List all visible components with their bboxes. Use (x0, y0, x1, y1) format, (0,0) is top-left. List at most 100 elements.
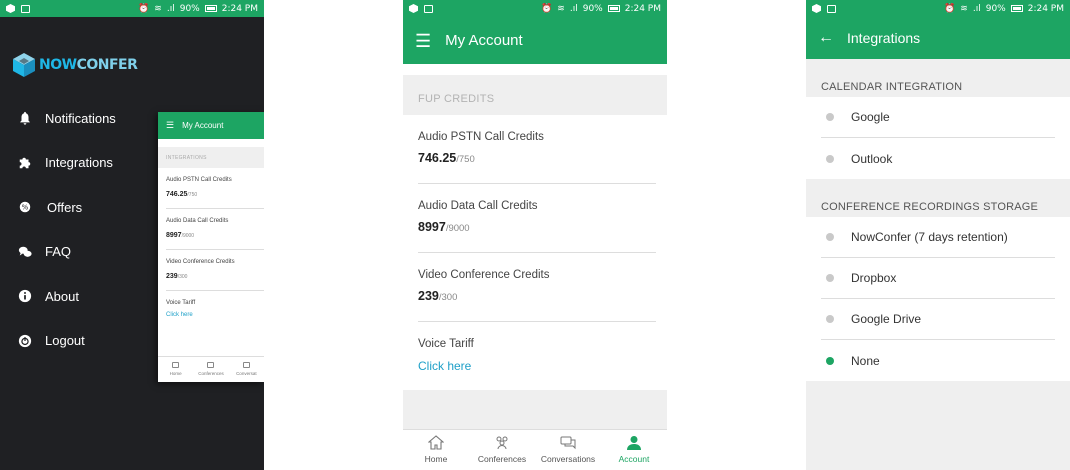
empty-area (403, 390, 667, 429)
credit-title: Audio PSTN Call Credits (418, 131, 544, 143)
preview-credit-title: Audio Data Call Credits (166, 218, 229, 224)
preview-credit-total: /750 (187, 192, 198, 198)
preview-credit-item: Audio Data Call Credits 8997/9000 (166, 209, 264, 250)
wifi-icon: ≋ (557, 3, 565, 14)
preview-credit-title: Video Conference Credits (166, 259, 235, 265)
preview-app-bar: ☰ My Account (158, 112, 264, 139)
signal-icon: .ıl (569, 3, 578, 14)
tab-label: Conversations (540, 454, 596, 464)
credit-total: /300 (438, 292, 458, 303)
option-none[interactable]: None (821, 340, 1055, 381)
battery-icon (1010, 5, 1023, 12)
logo-text-now: NOW (39, 57, 77, 73)
status-bar: ⏰ ≋ .ıl 90% 2:24 PM (806, 0, 1070, 17)
preview-tab-conferences[interactable]: Conferences (193, 357, 228, 382)
person-icon (627, 436, 641, 450)
credit-value: 239 (418, 289, 439, 303)
preview-credit-item: Video Conference Credits 239/300 (166, 250, 264, 291)
credit-total: /750 (456, 154, 475, 165)
drawer-screen: ⏰ ≋ .ıl 90% 2:24 PM NOWCONFER Notificati… (0, 0, 264, 470)
radio-dot-icon (826, 274, 834, 282)
battery-icon (204, 5, 217, 12)
home-icon (172, 362, 180, 368)
menu-icon[interactable]: ☰ (415, 32, 431, 50)
credit-item-video: Video Conference Credits 239/300 (418, 253, 656, 322)
option-nowconfer[interactable]: NowConfer (7 days retention) (821, 217, 1055, 258)
section-header: FUP CREDITS (403, 75, 667, 115)
group-icon (207, 362, 215, 368)
app-bar: ☰ My Account (403, 17, 667, 64)
page-title: My Account (445, 32, 523, 49)
drawer-item-label: About (45, 288, 79, 304)
tab-account[interactable]: Account (601, 430, 667, 470)
logo-text-confer: CONFER (76, 57, 138, 73)
drawer-item-label: Integrations (45, 155, 113, 171)
clock: 2:24 PM (1027, 3, 1064, 14)
account-screen-preview[interactable]: ☰ My Account INTEGRATIONS Audio PSTN Cal… (158, 112, 264, 382)
option-google-drive[interactable]: Google Drive (821, 299, 1055, 340)
credit-total: /9000 (445, 223, 470, 234)
alarm-icon: ⏰ (541, 3, 553, 14)
image-notification-icon (21, 4, 30, 13)
clock: 2:24 PM (221, 3, 258, 14)
radio-dot-icon (826, 113, 834, 121)
signal-icon: .ıl (166, 3, 175, 14)
battery-icon (607, 5, 620, 12)
alarm-icon: ⏰ (138, 3, 150, 14)
tab-home[interactable]: Home (403, 430, 469, 470)
bell-icon (17, 110, 33, 126)
option-outlook[interactable]: Outlook (821, 138, 1055, 179)
home-icon (428, 435, 444, 450)
app-notification-icon (409, 4, 418, 13)
storage-options: NowConfer (7 days retention) Dropbox Goo… (806, 217, 1070, 381)
tariff-link[interactable]: Click here (418, 359, 656, 373)
power-icon (17, 333, 33, 349)
credit-value: 8997 (418, 220, 446, 234)
preview-credit-title: Audio PSTN Call Credits (166, 177, 232, 183)
option-google[interactable]: Google (821, 97, 1055, 138)
chat-bubbles-icon (17, 244, 33, 260)
preview-credit-value: 8997 (166, 232, 182, 239)
tab-conferences[interactable]: Conferences (469, 430, 535, 470)
puzzle-icon (17, 155, 33, 171)
app-notification-icon (6, 4, 15, 13)
option-dropbox[interactable]: Dropbox (821, 258, 1055, 299)
svg-text:%: % (22, 204, 29, 212)
battery-percent: 90% (179, 3, 200, 14)
back-arrow-icon[interactable]: ← (818, 29, 834, 47)
preview-credit-value: 746.25 (166, 191, 188, 198)
cube-logo-icon (12, 52, 36, 78)
preview-tab-conversations[interactable]: Conversat (229, 357, 264, 382)
radio-selected-icon (826, 356, 834, 365)
calendar-options: Google Outlook (806, 97, 1070, 179)
preview-credit-item: Audio PSTN Call Credits 746.25/750 (166, 168, 264, 209)
tab-conversations[interactable]: Conversations (535, 430, 601, 470)
preview-tab-home[interactable]: Home (158, 357, 193, 382)
nowconfer-logo: NOWCONFER (12, 52, 264, 78)
credit-title: Video Conference Credits (418, 269, 550, 281)
wifi-icon: ≋ (154, 3, 162, 14)
preview-tab-label: Conversat (236, 371, 257, 376)
option-label: Google Drive (851, 312, 922, 326)
bottom-nav: Home Conferences Conversations Account (403, 429, 667, 470)
radio-dot-icon (826, 233, 834, 241)
tab-label: Account (618, 454, 650, 464)
option-label: Google (851, 110, 890, 124)
calendar-section-header: CALENDAR INTEGRATION (821, 81, 963, 93)
group-icon (496, 436, 508, 450)
image-notification-icon (827, 4, 836, 13)
drawer-item-label: Notifications (45, 110, 116, 126)
preview-tariff-item: Voice Tariff Click here (166, 291, 264, 332)
tab-label: Home (424, 454, 448, 464)
credit-item-data: Audio Data Call Credits 8997/9000 (418, 184, 656, 253)
credit-value: 746.25 (418, 151, 457, 165)
clock: 2:24 PM (624, 3, 661, 14)
preview-tab-label: Conferences (198, 371, 224, 376)
credit-title: Audio Data Call Credits (418, 200, 538, 212)
tab-label: Conferences (477, 454, 527, 464)
drawer-item-label: Offers (47, 199, 83, 215)
page-title: Integrations (847, 30, 921, 46)
status-bar: ⏰ ≋ .ıl 90% 2:24 PM (0, 0, 264, 17)
preview-tariff-link[interactable]: Click here (166, 312, 264, 318)
option-label: None (851, 353, 880, 368)
